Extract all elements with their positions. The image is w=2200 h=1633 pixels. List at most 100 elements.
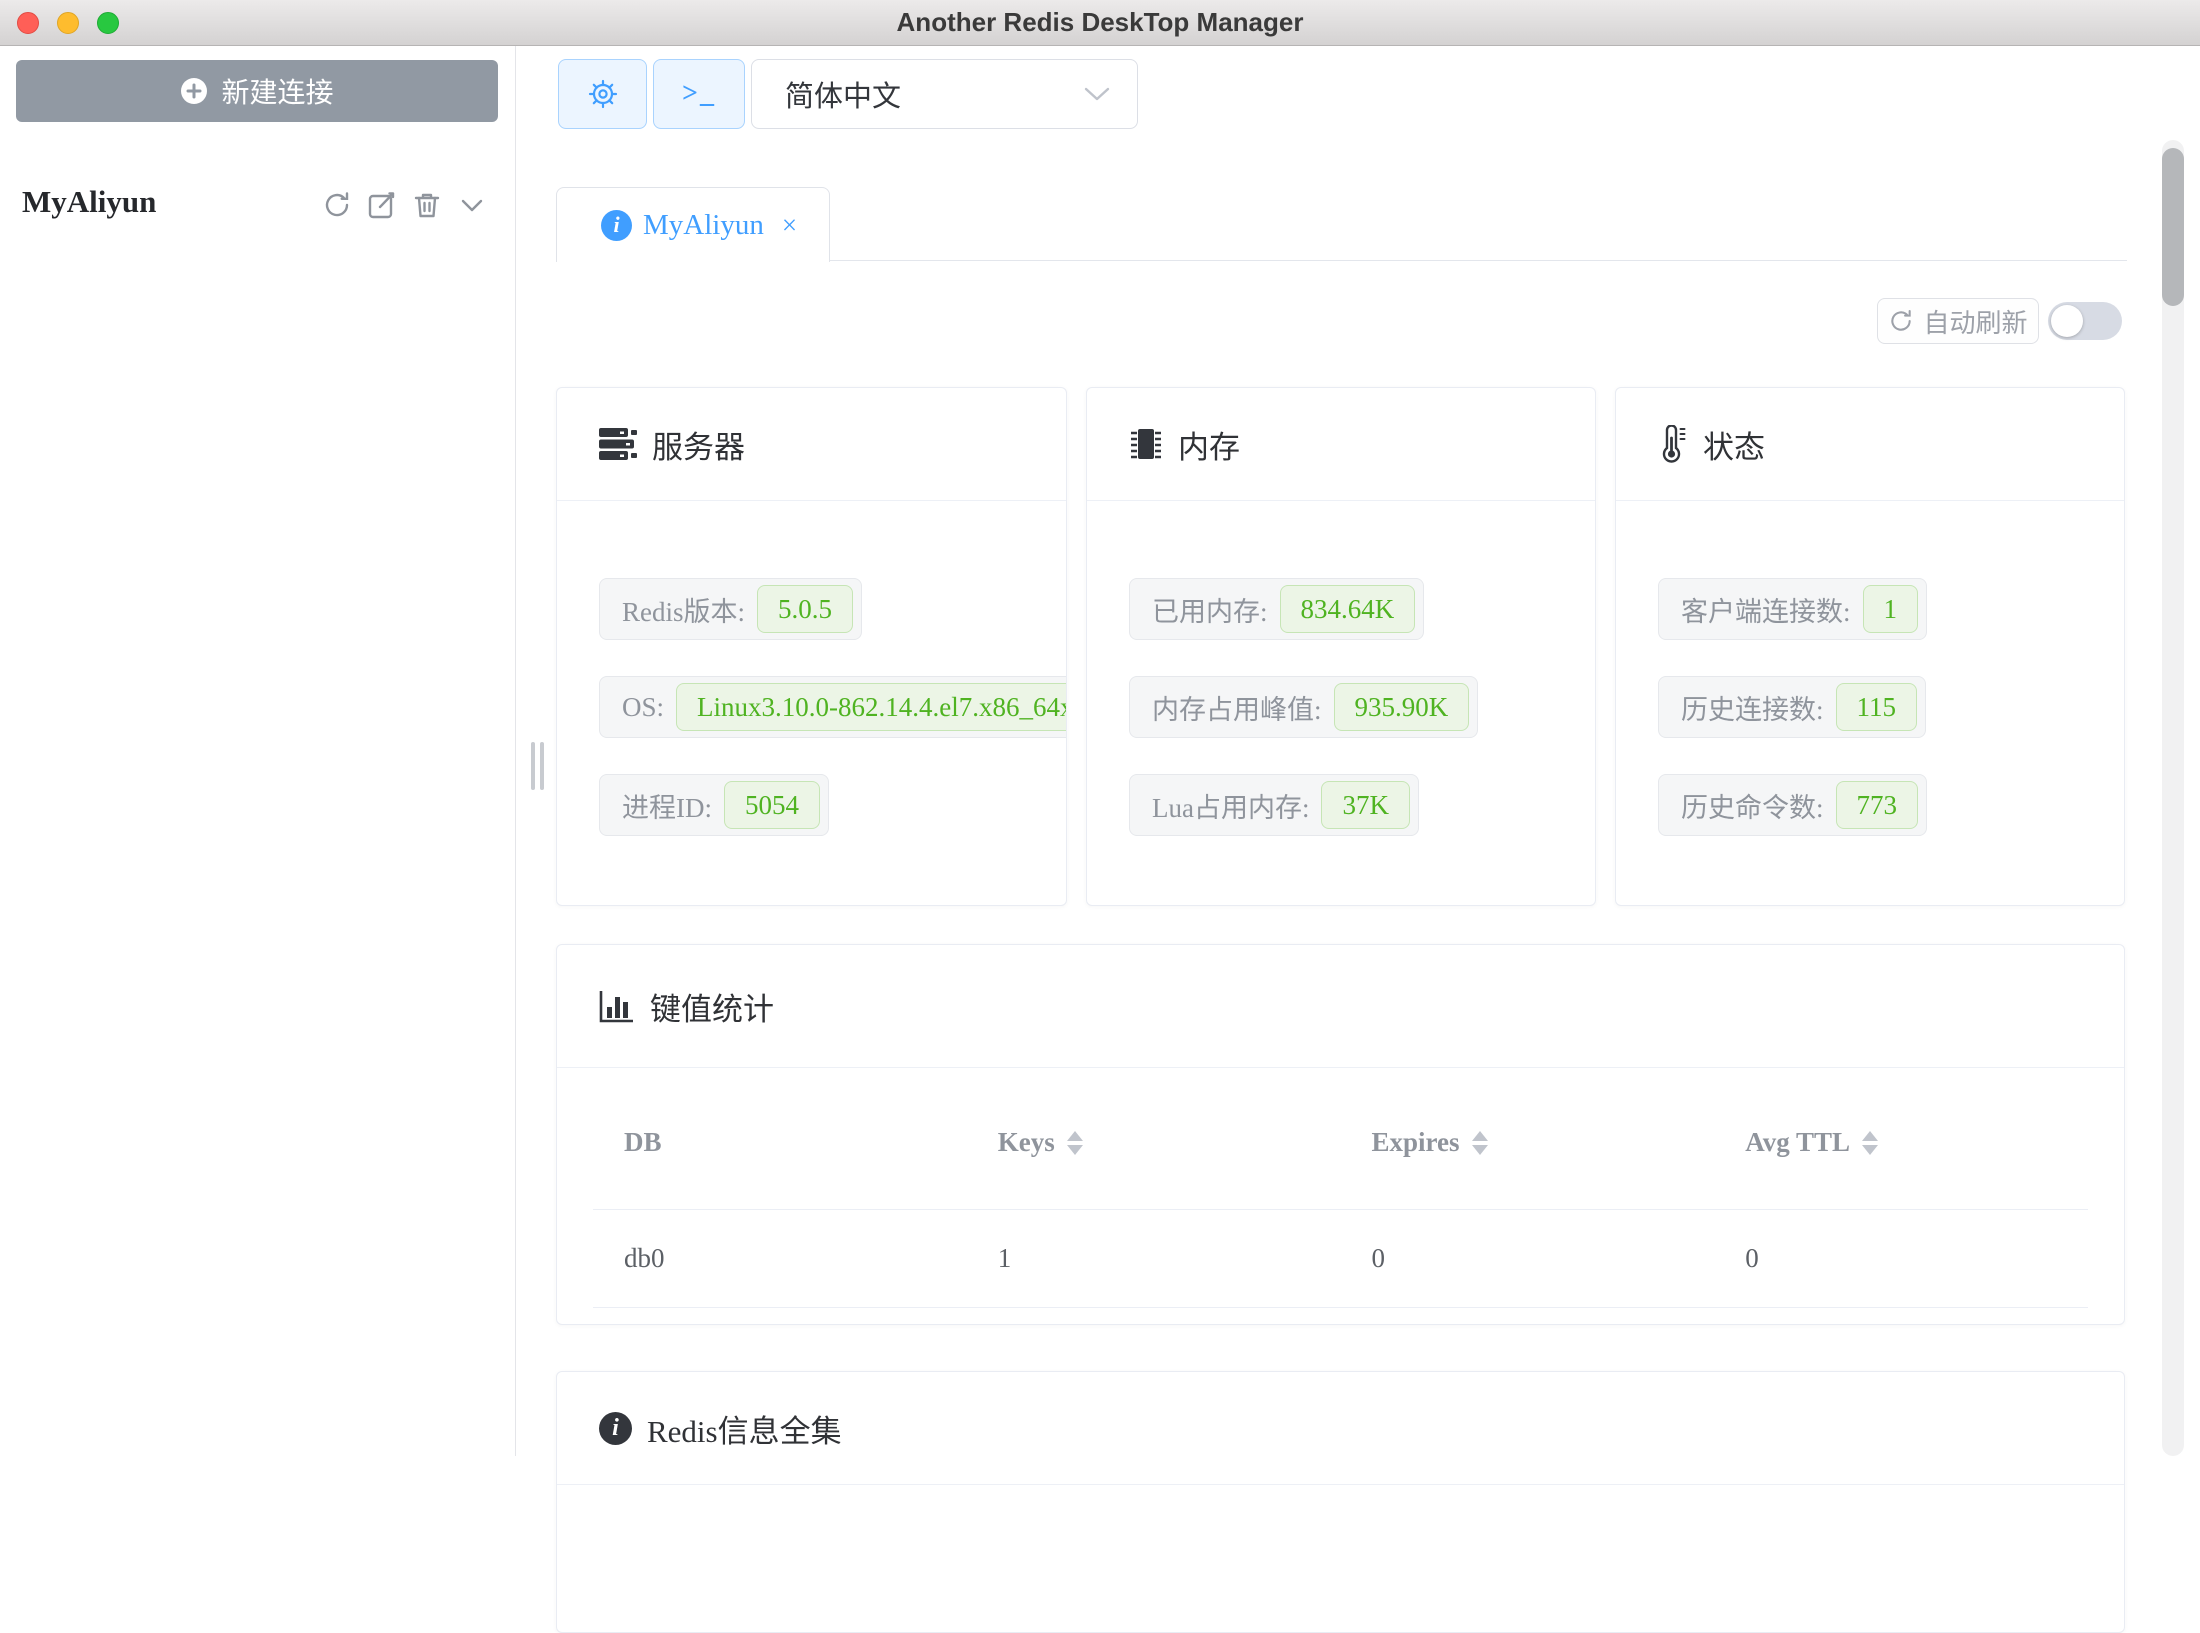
column-header-expires[interactable]: Expires <box>1341 1127 1715 1158</box>
splitter-drag-handle[interactable] <box>531 742 535 790</box>
db-table: DB Keys Expires Avg TTL db0 1 0 0 <box>593 1068 2088 1308</box>
stat-label: OS: <box>622 692 664 723</box>
splitter-drag-handle[interactable] <box>540 742 544 790</box>
stat-row: 内存占用峰值: 935.90K <box>1129 676 1478 738</box>
thermometer-icon <box>1658 425 1688 463</box>
edit-connection-icon[interactable] <box>367 190 397 220</box>
scrollbar-track[interactable] <box>2162 140 2184 1456</box>
stat-value: 834.64K <box>1280 585 1416 633</box>
stat-label: 内存占用峰值: <box>1152 688 1322 727</box>
tab-close-icon[interactable]: × <box>782 212 797 239</box>
settings-button[interactable] <box>558 59 647 129</box>
stat-value: 5.0.5 <box>757 585 853 633</box>
language-select[interactable]: 简体中文 <box>751 59 1138 129</box>
cell-expires: 0 <box>1341 1243 1715 1274</box>
stat-label: 历史连接数: <box>1681 688 1824 727</box>
column-label: Expires <box>1372 1127 1460 1158</box>
card-title: 状态 <box>1703 422 1765 467</box>
sort-carets-icon[interactable] <box>1862 1131 1878 1155</box>
stat-value: 1 <box>1863 585 1919 633</box>
auto-refresh-button[interactable]: 自动刷新 <box>1877 298 2039 344</box>
column-header-db: DB <box>593 1127 967 1158</box>
sidebar: 新建连接 MyAliyun <box>0 46 516 1456</box>
stat-row: Redis版本: 5.0.5 <box>599 578 862 640</box>
table-row: db0 1 0 0 <box>593 1210 2088 1308</box>
table-header-row: DB Keys Expires Avg TTL <box>593 1068 2088 1210</box>
plus-circle-icon <box>180 77 208 105</box>
refresh-icon <box>1888 308 1914 334</box>
bar-chart-icon <box>599 989 635 1023</box>
chevron-down-icon <box>1083 86 1111 102</box>
stat-row: 已用内存: 834.64K <box>1129 578 1424 640</box>
stat-value: 5054 <box>724 781 820 829</box>
stat-label: 客户端连接数: <box>1681 590 1851 629</box>
new-connection-button[interactable]: 新建连接 <box>16 60 498 122</box>
connection-actions <box>322 190 487 220</box>
stat-label: Redis版本: <box>622 590 745 629</box>
cell-avg-ttl: 0 <box>1714 1243 2088 1274</box>
memory-chip-icon <box>1129 426 1163 462</box>
card-title: 键值统计 <box>650 984 774 1029</box>
column-header-keys[interactable]: Keys <box>967 1127 1341 1158</box>
info-circle-icon: i <box>601 210 632 241</box>
tab-myaliyun[interactable]: i MyAliyun × <box>556 187 830 262</box>
server-card-header: 服务器 <box>557 388 1066 501</box>
auto-refresh-label: 自动刷新 <box>1923 303 2027 340</box>
connection-list-item[interactable]: MyAliyun <box>0 174 515 238</box>
status-card-body: 客户端连接数: 1 历史连接数: 115 历史命令数: 773 <box>1616 501 2124 836</box>
stat-row: 历史命令数: 773 <box>1658 774 1927 836</box>
column-label: DB <box>624 1127 662 1158</box>
sort-carets-icon[interactable] <box>1067 1131 1083 1155</box>
cell-keys: 1 <box>967 1243 1341 1274</box>
tab-label: MyAliyun <box>643 209 764 242</box>
stat-row: OS: Linux3.10.0-862.14.4.el7.x86_64x86_6 <box>599 676 1067 738</box>
stat-value: 773 <box>1836 781 1919 829</box>
tabbar-divider <box>827 260 2127 261</box>
column-header-avg-ttl[interactable]: Avg TTL <box>1714 1127 2088 1158</box>
refresh-connection-icon[interactable] <box>322 190 352 220</box>
new-connection-label: 新建连接 <box>221 71 333 111</box>
info-glyph: i <box>613 212 619 238</box>
stat-label: Lua占用内存: <box>1152 786 1309 825</box>
memory-card-header: 内存 <box>1087 388 1595 501</box>
key-stats-header: 键值统计 <box>557 945 2124 1068</box>
redis-info-card: i Redis信息全集 <box>556 1371 2125 1633</box>
gear-icon <box>587 78 619 110</box>
titlebar: Another Redis DeskTop Manager <box>0 0 2200 46</box>
delete-connection-icon[interactable] <box>412 190 442 220</box>
server-icon <box>599 427 637 461</box>
terminal-button[interactable]: >_ <box>653 59 745 129</box>
stat-value: 935.90K <box>1334 683 1470 731</box>
stat-value: Linux3.10.0-862.14.4.el7.x86_64x86_6 <box>676 683 1067 731</box>
column-label: Keys <box>998 1127 1055 1158</box>
scrollbar-thumb[interactable] <box>2162 148 2184 306</box>
stat-row: 进程ID: 5054 <box>599 774 829 836</box>
stat-value: 115 <box>1836 683 1918 731</box>
card-title: 服务器 <box>652 422 745 467</box>
key-stats-card: 键值统计 DB Keys Expires Avg TTL db0 1 0 0 <box>556 944 2125 1325</box>
server-card: 服务器 Redis版本: 5.0.5 OS: Linux3.10.0-862.1… <box>556 387 1067 906</box>
card-title: Redis信息全集 <box>647 1406 842 1451</box>
toggle-knob <box>2051 305 2083 337</box>
stat-row: Lua占用内存: 37K <box>1129 774 1419 836</box>
language-select-value: 简体中文 <box>785 73 1083 115</box>
expand-connection-chevron-icon[interactable] <box>457 190 487 220</box>
terminal-icon: >_ <box>682 78 716 110</box>
card-title: 内存 <box>1178 422 1240 467</box>
status-card: 状态 客户端连接数: 1 历史连接数: 115 历史命令数: 773 <box>1615 387 2125 906</box>
window-title: Another Redis DeskTop Manager <box>0 0 2200 45</box>
connection-name: MyAliyun <box>22 184 156 220</box>
stat-value: 37K <box>1321 781 1410 829</box>
column-label: Avg TTL <box>1745 1127 1850 1158</box>
redis-info-header: i Redis信息全集 <box>557 1372 2124 1485</box>
cell-db: db0 <box>593 1243 967 1274</box>
info-glyph: i <box>612 1415 619 1442</box>
auto-refresh-toggle[interactable] <box>2048 302 2122 340</box>
memory-card-body: 已用内存: 834.64K 内存占用峰值: 935.90K Lua占用内存: 3… <box>1087 501 1595 836</box>
stat-row: 客户端连接数: 1 <box>1658 578 1927 640</box>
memory-card: 内存 已用内存: 834.64K 内存占用峰值: 935.90K Lua占用内存… <box>1086 387 1596 906</box>
stat-label: 进程ID: <box>622 786 712 825</box>
stat-row: 历史连接数: 115 <box>1658 676 1926 738</box>
stat-label: 已用内存: <box>1152 590 1268 629</box>
sort-carets-icon[interactable] <box>1472 1131 1488 1155</box>
